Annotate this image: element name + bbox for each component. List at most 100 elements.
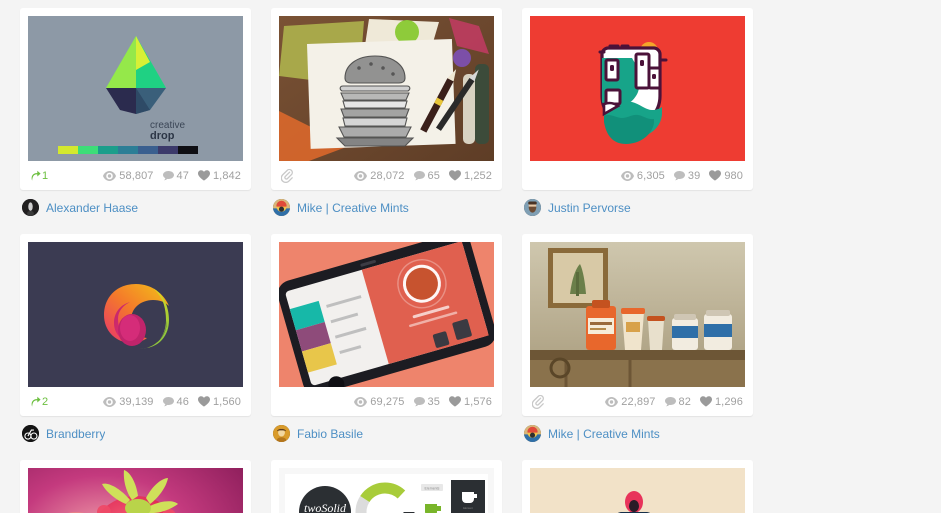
- eye-icon: [103, 170, 117, 181]
- shot-byline: Mike | Creative Mints: [271, 190, 502, 216]
- shot-thumbnail-brand-guide[interactable]: twoSolid studio Elements Element Element…: [279, 468, 494, 513]
- views-count: 28,072: [370, 169, 405, 182]
- author-link[interactable]: Justin Pervorse: [548, 201, 631, 215]
- rebound-count-label: 1: [42, 169, 49, 182]
- views-stat: 22,897: [605, 396, 655, 408]
- attachment-indicator[interactable]: [532, 394, 544, 409]
- rebound-count-label: 2: [42, 395, 49, 408]
- shot-thumbnail-phone-ui[interactable]: [279, 242, 494, 387]
- likes-stat[interactable]: 1,252: [448, 169, 492, 182]
- shot-thumbnail-brandberry-mark[interactable]: [28, 242, 243, 387]
- svg-text:drop: drop: [150, 130, 175, 142]
- comments-count: 35: [427, 395, 440, 408]
- heart-icon: [197, 396, 210, 407]
- likes-count: 980: [724, 169, 743, 182]
- shot-byline: Mike | Creative Mints: [522, 416, 753, 442]
- shot-cell: 6,305 39 980 Justin Pervorse: [522, 8, 753, 216]
- shot-stats-right: 58,807 47 1,842: [103, 170, 241, 182]
- likes-count: 1,560: [212, 395, 241, 408]
- shot-thumbnail-burger-sketch[interactable]: [279, 16, 494, 161]
- shot-thumbnail-character-illo[interactable]: [530, 468, 745, 513]
- shot-card[interactable]: 2 39,139 46 1,560: [20, 234, 251, 416]
- comments-count: 82: [678, 395, 691, 408]
- avatar[interactable]: [273, 425, 290, 442]
- shot-stats: 1 58,807 47 1,842: [28, 161, 243, 190]
- avatar[interactable]: [273, 199, 290, 216]
- heart-icon: [448, 396, 461, 407]
- rebound-arrow-icon: [31, 396, 41, 407]
- shots-grid: creative drop 1 58,807 47 1,842 Alexande…: [0, 0, 941, 513]
- shot-card[interactable]: 6,305 39 980: [522, 8, 753, 190]
- views-stat: 6,305: [620, 170, 665, 182]
- shot-stats-left: 1: [30, 170, 48, 182]
- likes-stat[interactable]: 980: [709, 170, 743, 182]
- rebound-count[interactable]: 2: [30, 396, 48, 408]
- comments-count: 47: [176, 169, 189, 182]
- shot-stats-left: 2: [30, 396, 48, 408]
- comments-count: 46: [176, 395, 189, 408]
- author-link[interactable]: Mike | Creative Mints: [297, 201, 409, 215]
- shot-stats-right: 22,897 82 1,296: [605, 396, 743, 408]
- shot-cell: 2 39,139 46 1,560 Brandberry: [20, 234, 251, 442]
- comments-stat[interactable]: 47: [162, 169, 189, 182]
- likes-count: 1,296: [714, 395, 743, 408]
- shot-card[interactable]: twoSolid studio Elements Element Element…: [271, 460, 502, 513]
- likes-count: 1,576: [463, 395, 492, 408]
- likes-count: 1,252: [463, 169, 492, 182]
- shot-card[interactable]: 69,275 35 1,576: [271, 234, 502, 416]
- likes-stat[interactable]: 1,576: [448, 395, 492, 408]
- shot-thumbnail-raspberry[interactable]: [28, 468, 243, 513]
- likes-stat[interactable]: 1,560: [197, 395, 241, 408]
- views-stat: 39,139: [103, 396, 153, 408]
- author-link[interactable]: Fabio Basile: [297, 427, 363, 441]
- shot-stats: 69,275 35 1,576: [279, 387, 494, 416]
- likes-stat[interactable]: 1,842: [197, 169, 241, 182]
- avatar[interactable]: [524, 199, 541, 216]
- author-link[interactable]: Mike | Creative Mints: [548, 427, 660, 441]
- shot-thumbnail-seaside-badge[interactable]: [530, 16, 745, 161]
- paperclip-icon: [532, 394, 544, 409]
- comments-stat[interactable]: 82: [664, 395, 691, 408]
- avatar[interactable]: [22, 199, 39, 216]
- shot-stats: 22,897 82 1,296: [530, 387, 745, 416]
- comments-stat[interactable]: 39: [673, 170, 700, 182]
- comment-bubble-icon: [162, 396, 174, 406]
- eye-icon: [605, 396, 619, 407]
- shot-card[interactable]: 22,897 82 1,296: [522, 234, 753, 416]
- shot-card[interactable]: creative drop 1 58,807 47 1,842: [20, 8, 251, 190]
- shot-cell: [522, 460, 753, 513]
- views-count: 58,807: [119, 169, 154, 182]
- shot-byline: Justin Pervorse: [522, 190, 753, 216]
- rebound-count[interactable]: 1: [30, 170, 48, 182]
- shot-stats-right: 69,275 35 1,576: [354, 396, 492, 408]
- shot-card[interactable]: 25,572 74 1,214: [20, 460, 251, 513]
- comment-bubble-icon: [413, 170, 425, 180]
- author-link[interactable]: Alexander Haase: [46, 201, 138, 215]
- likes-stat[interactable]: 1,296: [699, 395, 743, 408]
- avatar[interactable]: [22, 425, 39, 442]
- shot-cell: twoSolid studio Elements Element Element…: [271, 460, 502, 513]
- shot-thumbnail-creative-drop-logo[interactable]: creative drop: [28, 16, 243, 161]
- likes-count: 1,842: [212, 169, 241, 182]
- views-count: 22,897: [621, 395, 656, 408]
- comment-bubble-icon: [413, 396, 425, 406]
- comments-stat[interactable]: 35: [413, 395, 440, 408]
- rebound-arrow-icon: [31, 170, 41, 181]
- shot-stats-right: 28,072 65 1,252: [354, 170, 492, 182]
- shot-card[interactable]: [522, 460, 753, 513]
- eye-icon: [354, 170, 368, 181]
- comment-bubble-icon: [162, 170, 174, 180]
- shot-card[interactable]: 28,072 65 1,252: [271, 8, 502, 190]
- comments-stat[interactable]: 65: [413, 170, 440, 182]
- attachment-indicator[interactable]: [281, 168, 293, 183]
- shot-stats: 6,305 39 980: [530, 161, 745, 190]
- svg-text:Elements: Elements: [425, 487, 440, 491]
- author-link[interactable]: Brandberry: [46, 427, 105, 441]
- shot-thumbnail-coffee-shelf[interactable]: [530, 242, 745, 387]
- shot-cell: creative drop 1 58,807 47 1,842 Alexande…: [20, 8, 251, 216]
- shot-cell: 69,275 35 1,576 Fabio Basile: [271, 234, 502, 442]
- eye-icon: [354, 396, 368, 407]
- comments-stat[interactable]: 46: [162, 395, 189, 408]
- shot-cell: 28,072 65 1,252 Mike | Creative Mints: [271, 8, 502, 216]
- avatar[interactable]: [524, 425, 541, 442]
